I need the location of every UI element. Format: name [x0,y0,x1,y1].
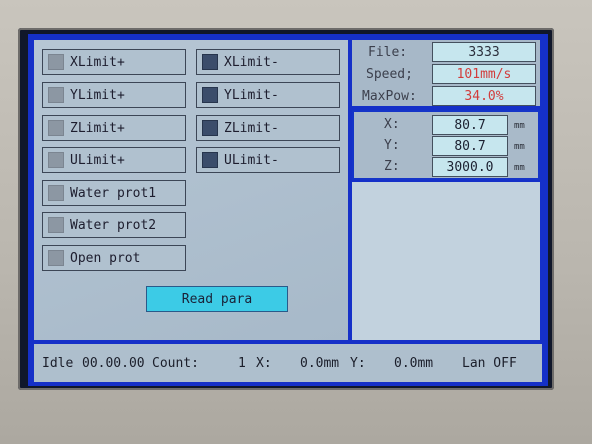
x-position-label: X: [384,117,400,132]
ulimit-plus-indicator[interactable]: ULimit+ [42,147,186,173]
count-value: 1 [238,356,246,371]
file-value: 3333 [432,42,536,62]
xlimit-minus-indicator[interactable]: XLimit- [196,49,340,75]
ylimit-minus-indicator[interactable]: YLimit- [196,82,340,108]
button-label: Open prot [70,250,141,266]
status-y-label: Y: [350,356,366,371]
preview-panel [352,182,540,340]
z-unit: mm [514,163,525,173]
button-label: Water prot1 [70,185,157,201]
button-label: ULimit- [224,152,279,168]
open-prot-indicator[interactable]: Open prot [42,245,186,271]
read-para-button[interactable]: Read para [146,286,288,312]
status-x-value: 0.0mm [300,356,340,371]
count-label: Count: [152,356,199,371]
maxpow-value: 34.0% [432,86,536,106]
water-prot1-indicator[interactable]: Water prot1 [42,180,186,206]
ylimit-plus-indicator[interactable]: YLimit+ [42,82,186,108]
machine-state: Idle [42,356,74,371]
led-indicator-icon [48,54,64,70]
lan-status: Lan OFF [462,356,517,371]
zlimit-plus-indicator[interactable]: ZLimit+ [42,115,186,141]
status-x-label: X: [256,356,272,371]
button-label: YLimit- [224,87,279,103]
ulimit-minus-indicator[interactable]: ULimit- [196,147,340,173]
led-indicator-icon [48,217,64,233]
z-position-label: Z: [384,159,400,174]
button-label: ZLimit+ [70,120,125,136]
status-y-value: 0.0mm [394,356,434,371]
file-label: File: [368,45,408,60]
led-indicator-icon [202,87,218,103]
x-unit: mm [514,121,525,131]
button-label: Water prot2 [70,217,157,233]
led-indicator-icon [48,185,64,201]
button-label: XLimit- [224,54,279,70]
led-indicator-icon [48,152,64,168]
x-position-value: 80.7 [432,115,508,135]
led-indicator-icon [48,250,64,266]
button-label: YLimit+ [70,87,125,103]
water-prot2-indicator[interactable]: Water prot2 [42,212,186,238]
y-unit: mm [514,142,525,152]
xlimit-plus-indicator[interactable]: XLimit+ [42,49,186,75]
maxpow-label: MaxPow: [362,89,417,104]
led-indicator-icon [202,120,218,136]
zlimit-minus-indicator[interactable]: ZLimit- [196,115,340,141]
button-label: XLimit+ [70,54,125,70]
led-indicator-icon [202,54,218,70]
button-label: ULimit+ [70,152,125,168]
button-label: ZLimit- [224,120,279,136]
speed-label: Speed; [366,67,413,82]
speed-value: 101mm/s [432,64,536,84]
led-indicator-icon [48,120,64,136]
z-position-value: 3000.0 [432,157,508,177]
y-position-value: 80.7 [432,136,508,156]
y-position-label: Y: [384,138,400,153]
elapsed-time: 00.00.00 [82,356,145,371]
led-indicator-icon [202,152,218,168]
led-indicator-icon [48,87,64,103]
